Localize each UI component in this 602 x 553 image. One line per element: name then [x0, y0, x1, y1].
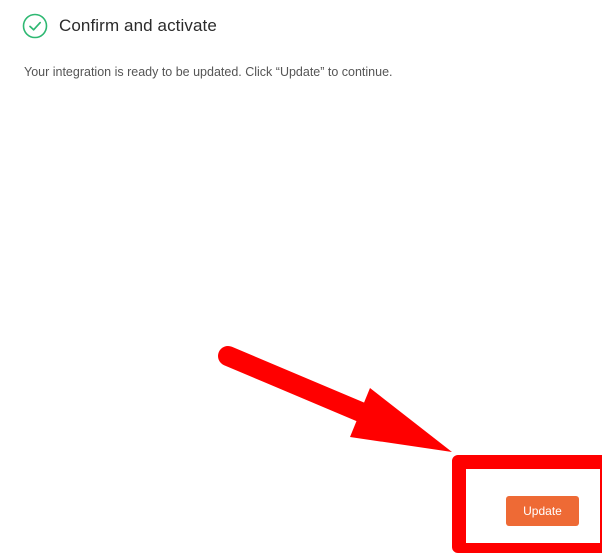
update-button[interactable]: Update [506, 496, 579, 526]
check-circle-icon [22, 13, 48, 39]
step-header: Confirm and activate [22, 12, 217, 40]
integration-step-panel: Confirm and activate Your integration is… [0, 0, 602, 553]
step-description: Your integration is ready to be updated.… [24, 65, 393, 79]
step-title: Confirm and activate [59, 16, 217, 35]
